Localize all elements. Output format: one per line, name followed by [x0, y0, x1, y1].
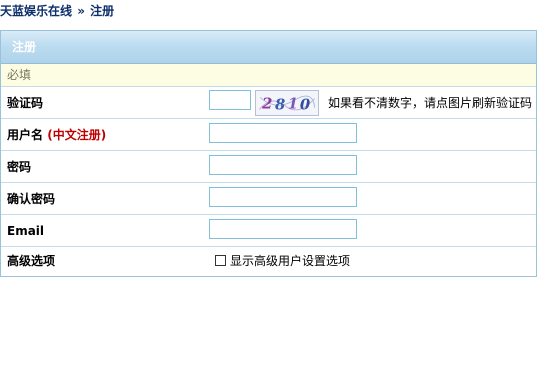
captcha-hint: 如果看不清数字，请点图片刷新验证码	[328, 96, 533, 110]
required-note: 必填	[7, 68, 32, 82]
captcha-digit: 2	[261, 96, 272, 113]
username-row: 用户名 (中文注册)	[1, 119, 536, 151]
advanced-options-checkbox[interactable]	[215, 255, 226, 266]
panel-header: 注册	[1, 31, 536, 64]
username-input[interactable]	[209, 123, 357, 143]
email-input[interactable]	[209, 219, 357, 239]
breadcrumb-separator: »	[77, 4, 85, 18]
password-input[interactable]	[209, 155, 357, 175]
breadcrumb: 天蓝娱乐在线 » 注册	[0, 3, 114, 19]
captcha-digit: 1	[288, 96, 298, 113]
email-row: Email	[1, 215, 536, 247]
confirm-password-row: 确认密码	[1, 183, 536, 215]
register-form-panel: 注册 必填 验证码 2 8 1 0 如果看不清数字，请点图片刷新验证码 用户名 …	[0, 30, 537, 277]
captcha-image[interactable]: 2 8 1 0	[255, 90, 319, 116]
email-label: Email	[7, 224, 45, 238]
password-row: 密码	[1, 151, 536, 183]
username-label: 用户名 (中文注册)	[7, 128, 106, 142]
panel-title: 注册	[12, 40, 37, 54]
captcha-input[interactable]	[209, 90, 251, 110]
advanced-options-row: 高级选项 显示高级用户设置选项	[1, 247, 536, 276]
advanced-options-checkbox-label[interactable]: 显示高级用户设置选项	[230, 254, 350, 268]
confirm-password-label: 确认密码	[7, 192, 56, 206]
captcha-label: 验证码	[7, 96, 44, 110]
breadcrumb-current: 注册	[90, 4, 115, 18]
required-section-header: 必填	[1, 64, 536, 87]
confirm-password-input[interactable]	[209, 187, 357, 207]
advanced-options-label: 高级选项	[7, 254, 56, 268]
password-label: 密码	[7, 160, 32, 174]
username-label-text: 用户名	[7, 128, 44, 142]
breadcrumb-home-link[interactable]: 天蓝娱乐在线	[0, 4, 72, 18]
captcha-digit: 8	[275, 96, 285, 113]
captcha-digit: 0	[300, 96, 311, 113]
username-label-hint: (中文注册)	[47, 128, 107, 142]
captcha-row: 验证码 2 8 1 0 如果看不清数字，请点图片刷新验证码	[1, 87, 536, 119]
